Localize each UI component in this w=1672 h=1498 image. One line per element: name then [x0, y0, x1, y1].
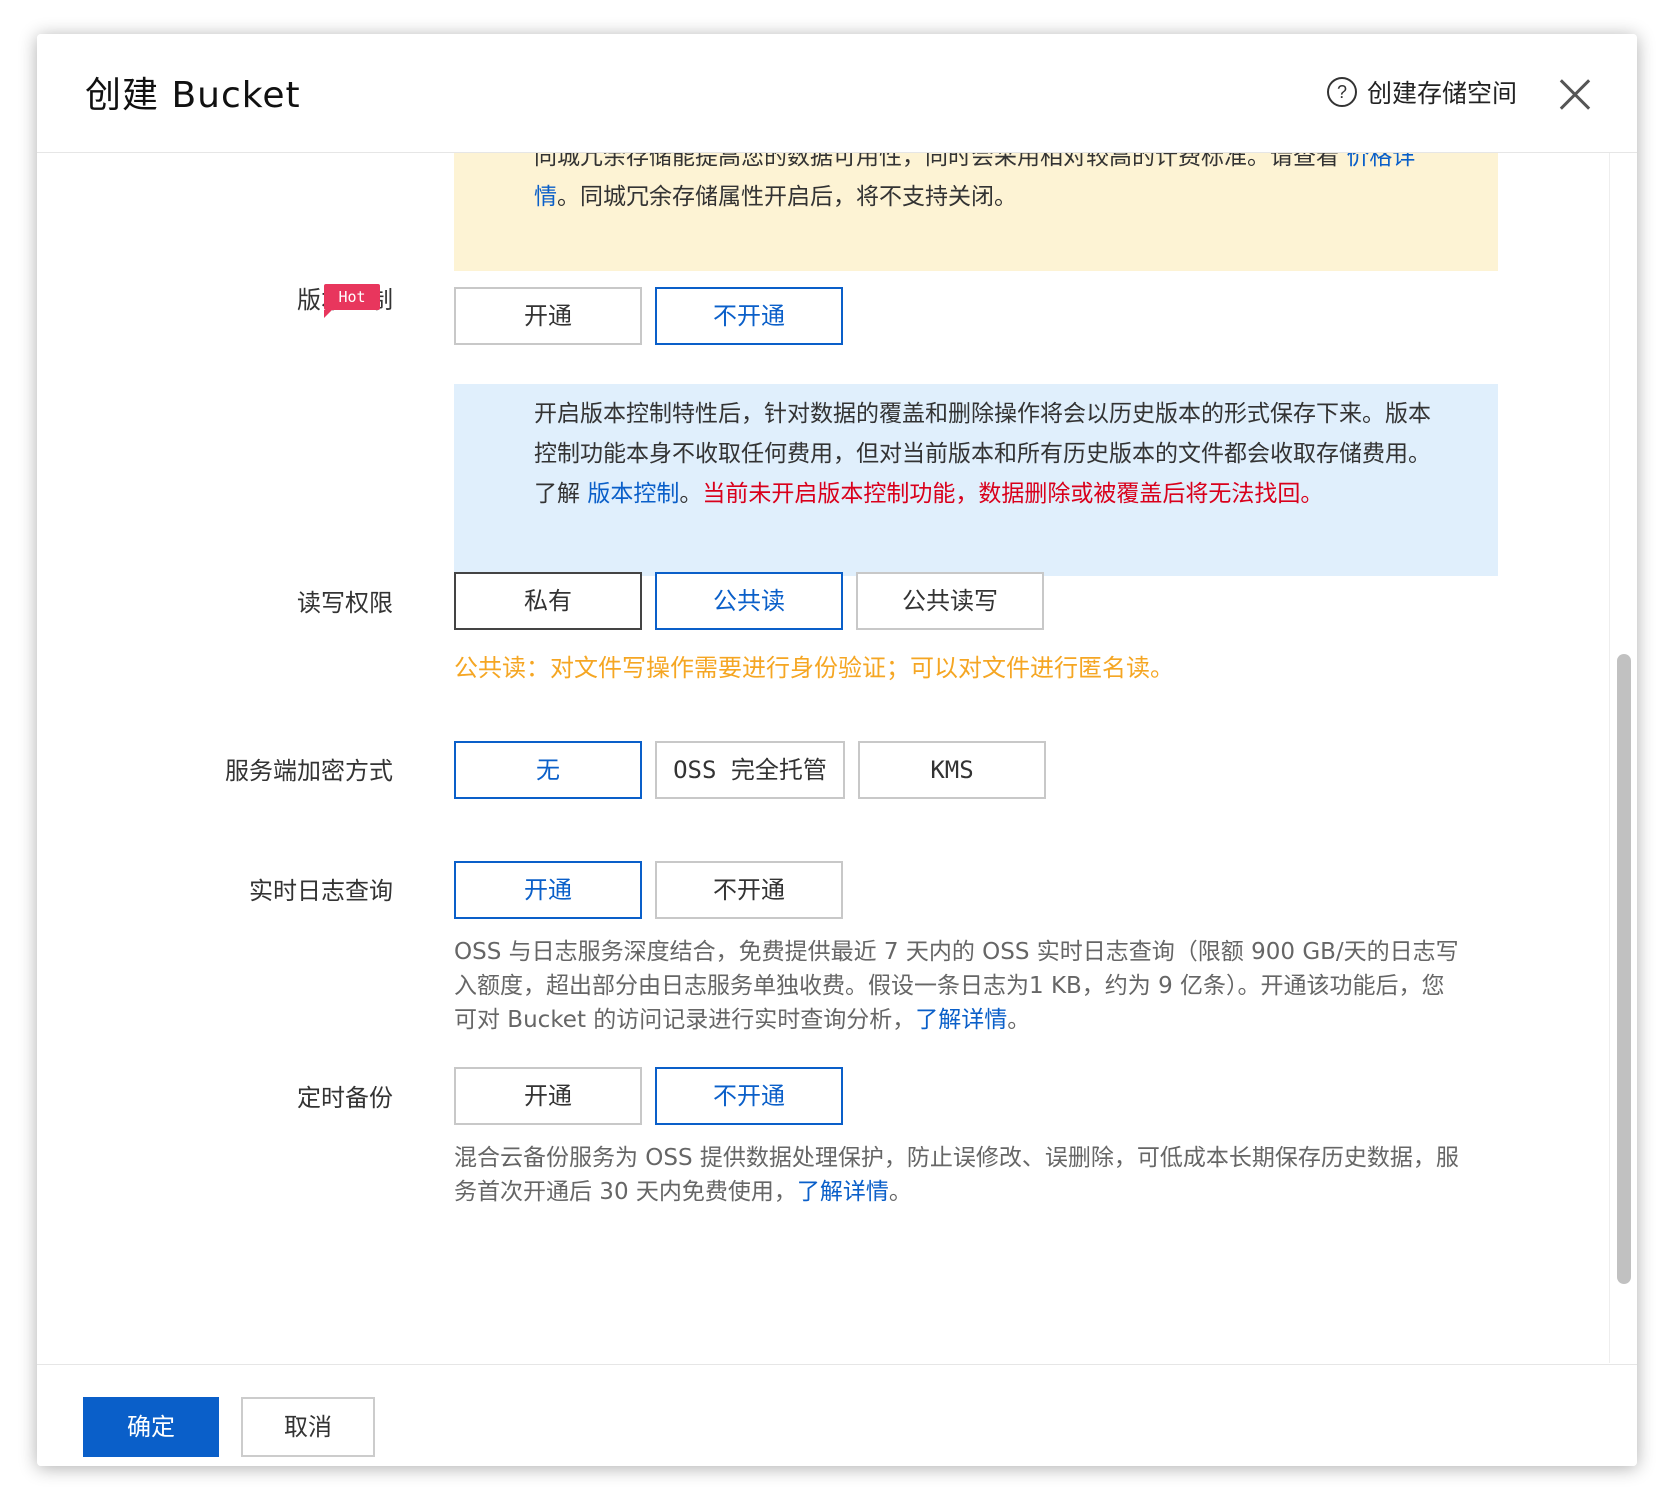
realtime-log-label: 实时日志查询 [249, 877, 393, 905]
acl-option-public-read[interactable]: 公共读 [655, 572, 843, 630]
realtime-log-option-disable[interactable]: 不开通 [655, 861, 843, 919]
acl-label: 读写权限 [297, 589, 393, 617]
scrollbar-thumb[interactable] [1617, 654, 1631, 1284]
versioning-warning: 当前未开启版本控制功能，数据删除或被覆盖后将无法找回。 [702, 481, 1324, 507]
encryption-option-kms[interactable]: KMS [858, 741, 1046, 799]
realtime-log-learn-more-link[interactable]: 了解详情 [915, 1007, 1007, 1033]
create-bucket-dialog: 创建 Bucket ? 创建存储空间 同城冗余存储能提高您的数据可用性，同时会采… [37, 34, 1637, 1466]
redundancy-notice-text: 同城冗余存储能提高您的数据可用性，同时会采用相对较高的计费标准。请查看 [534, 153, 1339, 170]
backup-desc: 混合云备份服务为 OSS 提供数据处理保护，防止误修改、误删除，可低成本长期保存… [454, 1141, 1464, 1209]
versioning-notice: 开启版本控制特性后，针对数据的覆盖和删除操作将会以历史版本的形式保存下来。版本控… [454, 384, 1498, 576]
realtime-log-desc-tail: 。 [1007, 1007, 1031, 1033]
versioning-option-disable[interactable]: 不开通 [655, 287, 843, 345]
help-link[interactable]: ? 创建存储空间 [1327, 74, 1517, 110]
acl-hint: 公共读：对文件写操作需要进行身份验证；可以对文件进行匿名读。 [454, 654, 1174, 682]
backup-option-enable[interactable]: 开通 [454, 1067, 642, 1125]
dialog-footer: 确定 取消 [37, 1364, 1637, 1466]
confirm-button[interactable]: 确定 [83, 1397, 219, 1457]
backup-desc-text: 混合云备份服务为 OSS 提供数据处理保护，防止误修改、误删除，可低成本长期保存… [454, 1145, 1459, 1205]
realtime-log-option-enable[interactable]: 开通 [454, 861, 642, 919]
versioning-option-enable[interactable]: 开通 [454, 287, 642, 345]
versioning-doc-link[interactable]: 版本控制 [587, 481, 679, 507]
redundancy-notice-text-2: 。同城冗余存储属性开启后，将不支持关闭。 [557, 184, 1017, 210]
backup-desc-tail: 。 [888, 1179, 912, 1205]
dialog-body: 同城冗余存储能提高您的数据可用性，同时会采用相对较高的计费标准。请查看 价格详情… [37, 153, 1637, 1363]
redundancy-notice: 同城冗余存储能提高您的数据可用性，同时会采用相对较高的计费标准。请查看 价格详情… [454, 153, 1498, 271]
realtime-log-desc: OSS 与日志服务深度结合，免费提供最近 7 天内的 OSS 实时日志查询（限额… [454, 935, 1464, 1037]
encryption-label: 服务端加密方式 [225, 757, 393, 785]
close-icon[interactable] [1559, 78, 1591, 110]
hot-badge: Hot [324, 284, 380, 318]
encryption-option-oss-managed[interactable]: OSS 完全托管 [655, 741, 845, 799]
backup-learn-more-link[interactable]: 了解详情 [797, 1179, 889, 1205]
versioning-notice-sep: 。 [679, 481, 703, 507]
backup-option-disable[interactable]: 不开通 [655, 1067, 843, 1125]
acl-option-public-read-write[interactable]: 公共读写 [856, 572, 1044, 630]
help-icon: ? [1327, 77, 1357, 107]
acl-option-private[interactable]: 私有 [454, 572, 642, 630]
encryption-option-none[interactable]: 无 [454, 741, 642, 799]
backup-label: 定时备份 [297, 1084, 393, 1112]
cancel-button[interactable]: 取消 [241, 1397, 375, 1457]
scrollbar-track[interactable] [1609, 153, 1610, 1363]
dialog-header: 创建 Bucket ? 创建存储空间 [37, 34, 1637, 153]
dialog-title: 创建 Bucket [85, 75, 301, 116]
help-link-label: 创建存储空间 [1367, 79, 1518, 108]
